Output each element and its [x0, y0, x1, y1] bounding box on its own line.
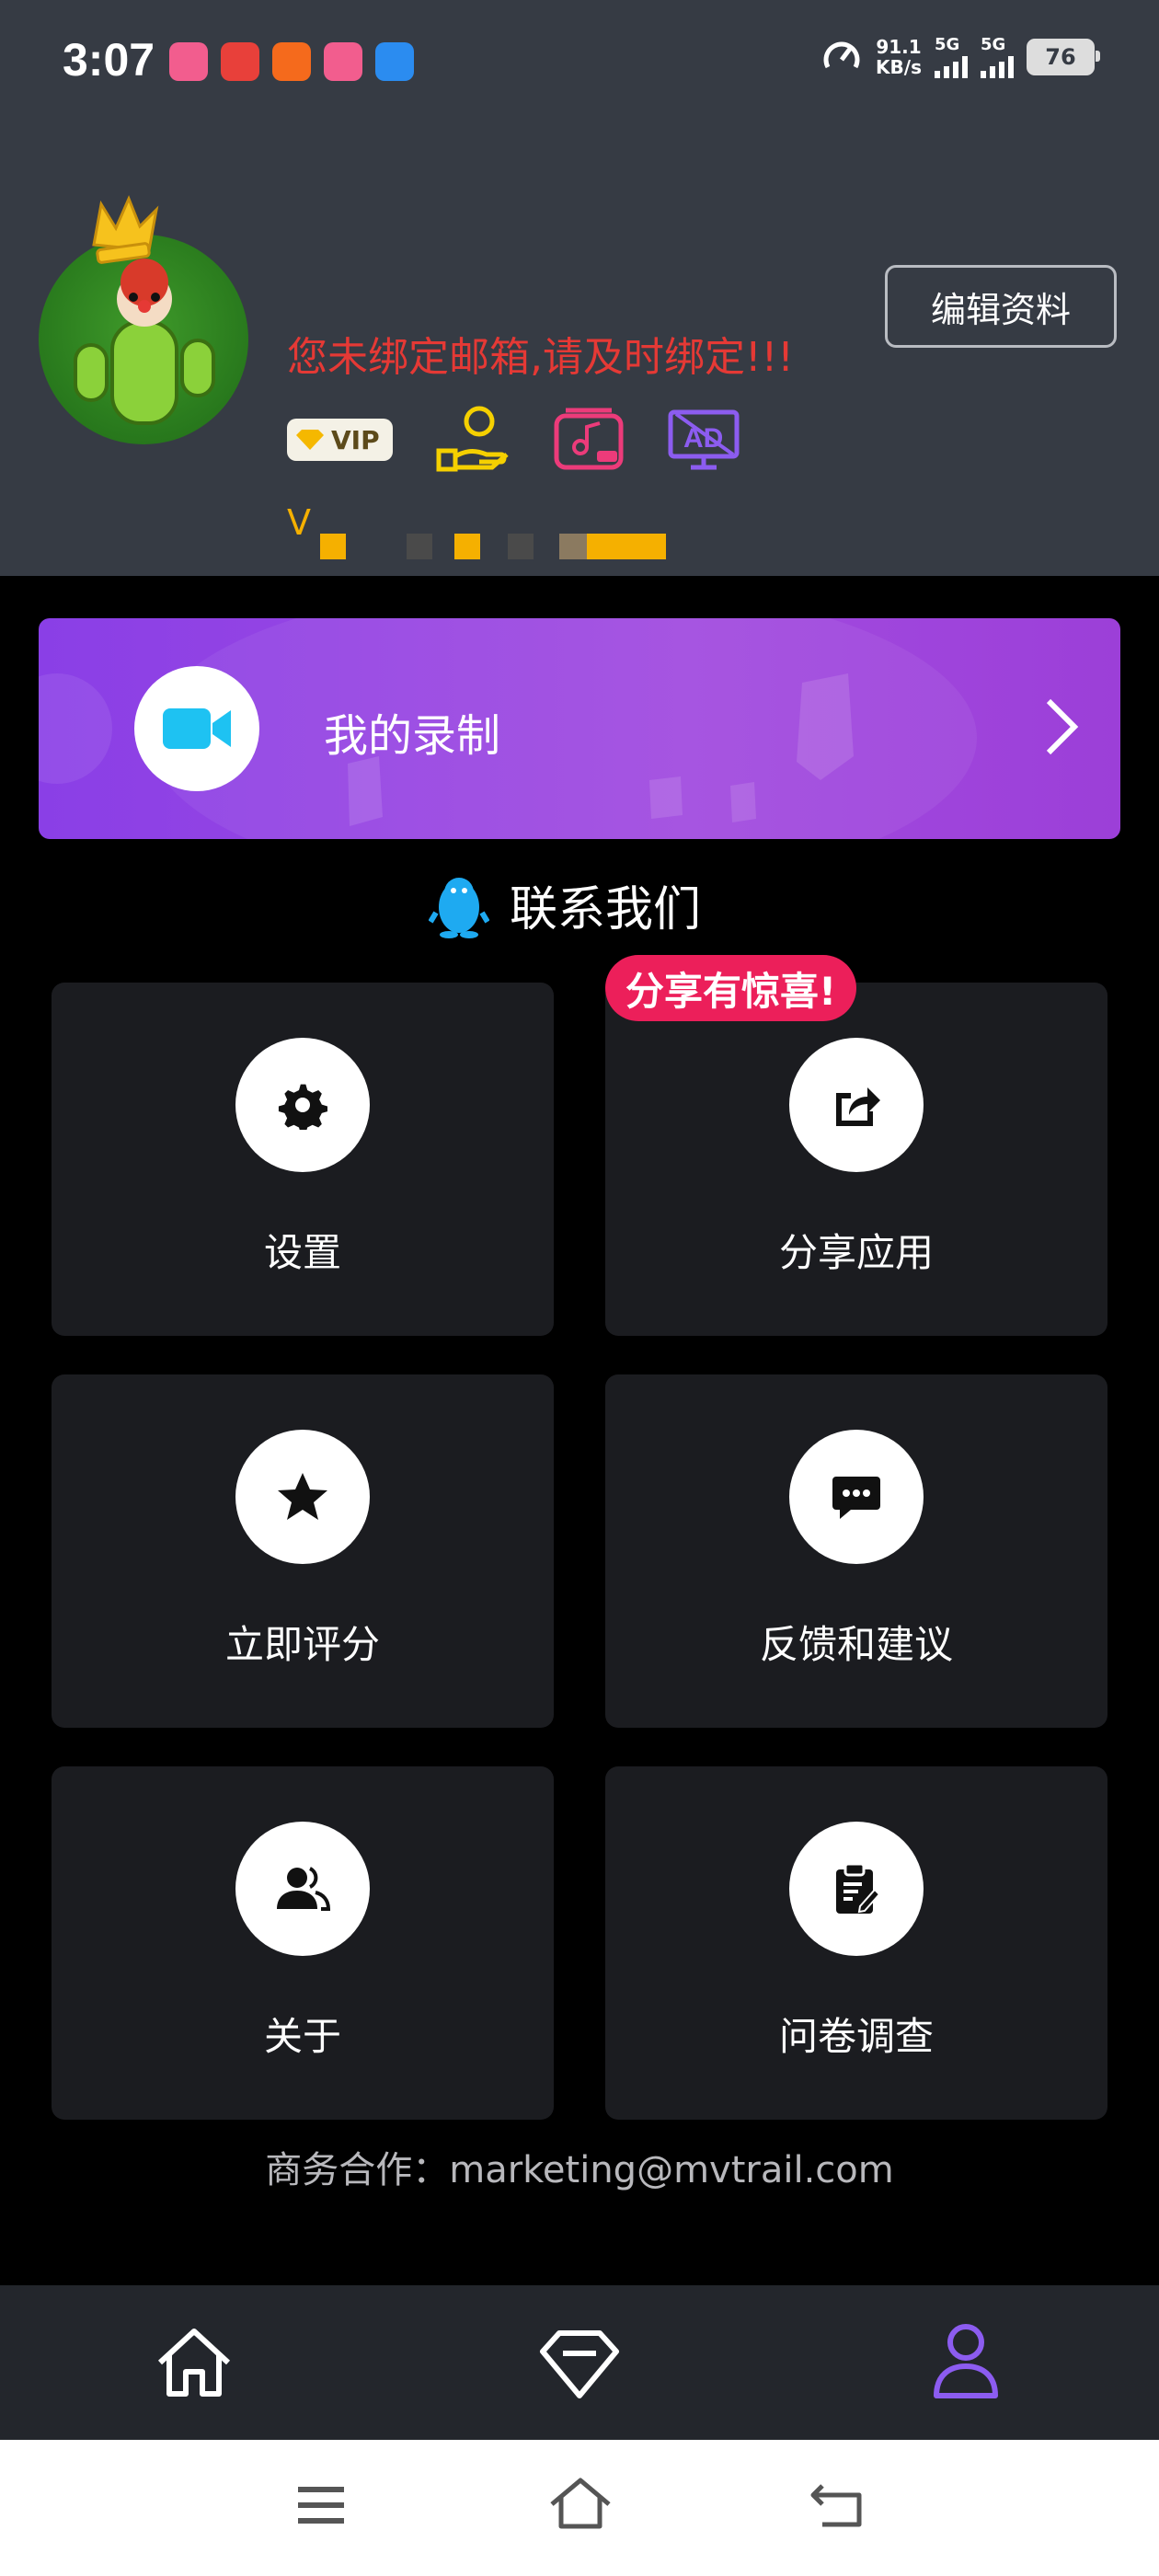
status-right-group: 91.1 KB/s 5G 5G 76	[820, 35, 1100, 78]
cartoon-app-icon	[221, 42, 259, 81]
no-ads-icon[interactable]: AD	[667, 407, 740, 473]
kuaishou-app-icon	[272, 42, 311, 81]
share-surprise-badge: 分享有惊喜!	[605, 955, 857, 1021]
privilege-badges: VIP AD	[287, 405, 740, 475]
profile-nav-icon[interactable]	[931, 2322, 1001, 2399]
music-vip-icon[interactable]	[553, 407, 625, 473]
settings-icon-circle	[235, 1038, 370, 1172]
system-navigation-bar	[0, 2440, 1159, 2576]
signal-1: 5G	[935, 35, 968, 78]
signal-1-label: 5G	[935, 35, 960, 54]
feedback-card[interactable]: 反馈和建议	[605, 1374, 1107, 1728]
svg-text:AD: AD	[683, 423, 723, 454]
level-progress-pixels-2	[407, 534, 432, 559]
gear-icon	[278, 1084, 327, 1130]
hexagon-decoration-4	[730, 782, 756, 822]
system-home-icon[interactable]	[548, 2477, 613, 2530]
vip-badge[interactable]: VIP	[287, 419, 393, 461]
rate-label: 立即评分	[224, 1622, 380, 1667]
video-camera-icon	[163, 708, 231, 749]
qq-penguin-icon	[429, 877, 489, 938]
battery-indicator: 76	[1027, 38, 1100, 75]
net-speed: 91.1 KB/s	[876, 37, 922, 77]
vip-level-prefix: V	[287, 502, 311, 543]
about-label: 关于	[263, 2014, 341, 2059]
bind-email-warning[interactable]: 您未绑定邮箱,请及时绑定!!!	[287, 324, 794, 383]
notification-app-icons	[169, 42, 414, 81]
net-speed-value: 91.1	[876, 35, 922, 58]
share-app-label: 分享应用	[778, 1230, 934, 1275]
bilibili-app-icon-2	[324, 42, 362, 81]
signal-bars-icon	[935, 54, 968, 78]
status-time: 3:07	[63, 34, 155, 86]
clipboard-edit-icon	[836, 1862, 880, 1914]
vip-badge-label: VIP	[331, 424, 380, 455]
about-card[interactable]: 关于	[52, 1766, 554, 2120]
contact-us[interactable]: 联系我们	[429, 870, 701, 939]
home-icon[interactable]	[155, 2326, 234, 2399]
profile-header: 3:07 91.1 KB/s 5G 5G 76 您未绑定邮箱,请及时绑定!!! …	[0, 0, 1159, 576]
hexagon-decoration	[797, 673, 854, 780]
signal-2: 5G	[981, 35, 1014, 78]
signal-2-label: 5G	[981, 35, 1006, 54]
menu-icon[interactable]	[294, 2482, 348, 2528]
chevron-right-icon	[1046, 698, 1079, 755]
feedback-label: 反馈和建议	[759, 1622, 953, 1667]
survey-card[interactable]: 问卷调查	[605, 1766, 1107, 2120]
chat-bubble-icon	[832, 1477, 880, 1519]
contact-us-label: 联系我们	[510, 882, 702, 937]
blue-app-icon	[375, 42, 414, 81]
level-progress-pixels-4	[508, 534, 534, 559]
survey-label: 问卷调查	[778, 2014, 934, 2059]
share-icon	[836, 1087, 880, 1126]
net-speed-unit: KB/s	[876, 55, 922, 78]
star-icon	[278, 1473, 327, 1520]
survey-icon-circle	[789, 1822, 924, 1956]
back-icon[interactable]	[809, 2482, 866, 2530]
signal-bars-icon	[981, 54, 1014, 78]
hand-coin-icon[interactable]	[435, 405, 511, 475]
about-icon-circle	[235, 1822, 370, 1956]
settings-card[interactable]: 设置	[52, 983, 554, 1336]
level-progress-pixels	[320, 534, 346, 559]
rate-card[interactable]: 立即评分	[52, 1374, 554, 1728]
crown-icon	[92, 195, 159, 264]
hexagon-decoration-2	[348, 756, 383, 826]
share-app-card[interactable]: 分享应用	[605, 983, 1107, 1336]
recording-icon-circle	[134, 666, 259, 791]
bottom-nav	[0, 2285, 1159, 2440]
share-icon-circle	[789, 1038, 924, 1172]
diamond-icon	[296, 430, 324, 450]
my-recordings-card[interactable]: 我的录制	[39, 618, 1120, 839]
status-bar: 3:07 91.1 KB/s 5G 5G 76	[0, 0, 1159, 120]
level-progress-pixels-3	[454, 534, 480, 559]
rate-icon-circle	[235, 1430, 370, 1564]
users-icon	[277, 1867, 330, 1911]
settings-label: 设置	[263, 1230, 341, 1275]
my-recordings-title: 我的录制	[324, 710, 501, 762]
level-progress-pixels-5	[559, 534, 587, 559]
business-contact[interactable]: 商务合作：marketing@mvtrail.com	[0, 2140, 1159, 2193]
diamond-nav-icon[interactable]	[539, 2329, 620, 2399]
hexagon-decoration-3	[649, 776, 683, 819]
level-progress-pixels-6	[587, 534, 666, 559]
feedback-icon-circle	[789, 1430, 924, 1564]
speedometer-icon	[823, 41, 860, 68]
edit-profile-button[interactable]: 编辑资料	[885, 265, 1117, 348]
bilibili-app-icon	[169, 42, 208, 81]
